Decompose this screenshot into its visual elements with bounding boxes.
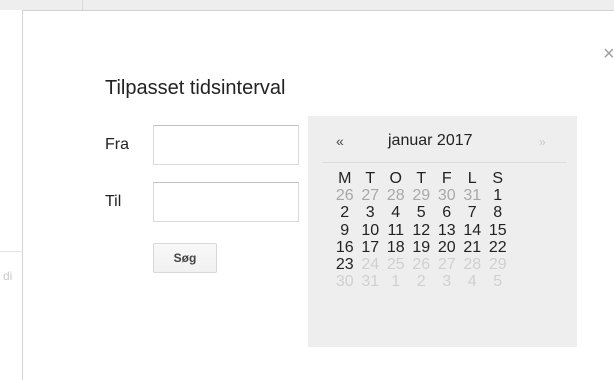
calendar-day[interactable]: 3 <box>358 204 384 221</box>
calendar-day: 24 <box>361 255 380 273</box>
calendar-day-grid: M T O T F L S 26 27 28 29 30 31 1 2 3 4 5 6 7 8 9 10 11 12 13 14 15… <box>332 170 511 290</box>
calendar-day[interactable]: 2 <box>332 204 358 221</box>
calendar-day[interactable]: 19 <box>409 239 435 256</box>
date-picker-calendar: « januar 2017 » M T O T F L S 26 27 28 29 30 31 1 2 3 4 5… <box>308 116 577 347</box>
weekday-header: T <box>416 170 427 187</box>
calendar-day: 26 <box>412 255 431 273</box>
weekday-header: T <box>365 170 376 187</box>
calendar-day[interactable]: 21 <box>460 239 486 256</box>
calendar-day[interactable]: 14 <box>460 222 486 239</box>
calendar-day[interactable]: 18 <box>383 239 409 256</box>
calendar-day[interactable]: 13 <box>434 222 460 239</box>
calendar-day: 1 <box>391 273 401 291</box>
calendar-day: 29 <box>488 255 507 273</box>
calendar-header-divider <box>322 162 567 163</box>
weekday-header: S <box>492 170 504 187</box>
calendar-day[interactable]: 28 <box>383 187 409 204</box>
calendar-day: 4 <box>467 273 477 291</box>
to-label: Til <box>105 193 122 210</box>
close-icon[interactable]: × <box>603 44 614 64</box>
weekday-header: O <box>389 170 402 187</box>
from-label: Fra <box>105 136 129 153</box>
calendar-day[interactable]: 27 <box>358 187 384 204</box>
calendar-day: 25 <box>386 255 405 273</box>
next-month-icon[interactable]: » <box>539 134 546 150</box>
calendar-day[interactable]: 23 <box>332 256 358 273</box>
weekday-header: F <box>441 170 452 187</box>
weekday-header: M <box>338 170 352 187</box>
calendar-day: 2 <box>416 273 426 291</box>
calendar-day[interactable]: 17 <box>358 239 384 256</box>
calendar-day[interactable]: 12 <box>409 222 435 239</box>
weekday-header: L <box>467 170 477 187</box>
calendar-day[interactable]: 31 <box>460 187 486 204</box>
calendar-day: 27 <box>437 255 456 273</box>
background-top-bar <box>0 0 614 10</box>
calendar-header: « januar 2017 » <box>308 116 577 162</box>
calendar-day[interactable]: 5 <box>409 204 435 221</box>
calendar-day[interactable]: 22 <box>485 239 511 256</box>
calendar-day[interactable]: 26 <box>332 187 358 204</box>
calendar-month-label: januar 2017 <box>388 132 473 149</box>
calendar-day[interactable]: 16 <box>332 239 358 256</box>
dialog-title: Tilpasset tidsinterval <box>105 77 286 99</box>
search-button[interactable]: Søg <box>153 243 217 273</box>
previous-month-icon[interactable]: « <box>336 133 344 149</box>
to-date-input[interactable] <box>153 182 299 222</box>
page: di × Tilpasset tidsinterval Fra Til Søg … <box>0 0 614 380</box>
calendar-day[interactable]: 4 <box>383 204 409 221</box>
custom-range-dialog: × Tilpasset tidsinterval Fra Til Søg « j… <box>23 10 614 380</box>
calendar-day[interactable]: 1 <box>485 187 511 204</box>
calendar-day[interactable]: 29 <box>409 187 435 204</box>
calendar-day: 28 <box>463 255 482 273</box>
calendar-day: 30 <box>335 273 354 291</box>
calendar-day: 3 <box>442 273 452 291</box>
calendar-day[interactable]: 8 <box>485 204 511 221</box>
calendar-day: 31 <box>361 273 380 291</box>
calendar-day[interactable]: 10 <box>358 222 384 239</box>
calendar-day[interactable]: 30 <box>434 187 460 204</box>
background-left-panel: di <box>0 10 23 380</box>
calendar-day[interactable]: 9 <box>332 222 358 239</box>
calendar-day[interactable]: 11 <box>383 222 409 239</box>
calendar-day: 5 <box>493 273 503 291</box>
from-date-input[interactable] <box>153 125 299 165</box>
calendar-day[interactable]: 6 <box>434 204 460 221</box>
background-left-text: di <box>3 269 13 283</box>
calendar-day[interactable]: 15 <box>485 222 511 239</box>
calendar-day[interactable]: 20 <box>434 239 460 256</box>
calendar-day[interactable]: 7 <box>460 204 486 221</box>
background-left-divider <box>0 251 23 252</box>
